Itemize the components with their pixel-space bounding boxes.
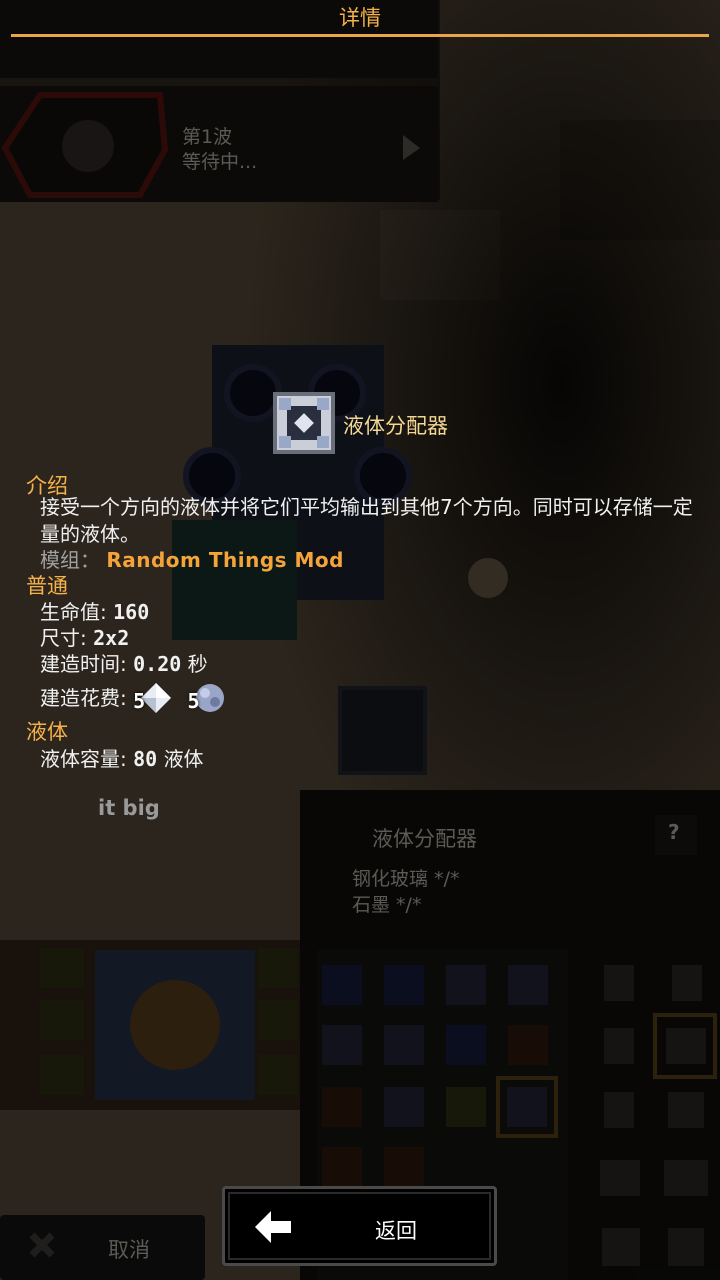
cost-metaglass-amount: 5 — [133, 688, 146, 713]
block-name: 液体分配器 — [343, 414, 448, 438]
wave-status: 等待中... — [182, 151, 258, 173]
block-description: 接受一个方向的液体并将它们平均输出到其他7个方向。同时可以存储一定量的液体。 — [40, 495, 693, 546]
mod-row: 模组： Random Things Mod — [40, 544, 344, 573]
arrow-left-icon — [255, 1211, 291, 1243]
liquid-router-icon — [273, 392, 335, 454]
stat-build-time: 建造时间: 0.20 秒 — [40, 648, 208, 677]
stat-liquid-capacity: 液体容量: 80 液体 — [40, 743, 204, 772]
back-button[interactable]: 返回 — [222, 1186, 497, 1266]
placement-block-name: 液体分配器 — [372, 827, 477, 851]
health-value: 160 — [113, 600, 150, 624]
liquid-capacity-value: 80 — [133, 747, 158, 771]
stat-build-cost: 建造花费: 5 5 — [40, 682, 235, 717]
build-time-label: 建造时间: — [40, 652, 127, 676]
requirement-graphite: 石墨 */* — [352, 894, 422, 916]
title-divider — [11, 34, 709, 37]
help-button: ? — [668, 820, 680, 844]
build-time-value: 0.20 — [133, 652, 182, 676]
mod-label: 模组： — [40, 548, 100, 572]
section-liquid: 液体 — [26, 720, 68, 744]
size-label: 尺寸: — [40, 626, 87, 650]
mod-name: Random Things Mod — [106, 548, 344, 572]
cost-graphite: 5 — [187, 683, 235, 717]
wave-title: 第1波 — [182, 126, 233, 148]
cost-graphite-amount: 5 — [187, 688, 200, 713]
hint-text: it big — [98, 796, 160, 820]
dialog-title: 详情 — [339, 6, 381, 30]
back-button-label: 返回 — [375, 1219, 417, 1243]
build-cost-label: 建造花费: — [40, 686, 127, 710]
liquid-capacity-unit: 液体 — [163, 747, 204, 771]
liquid-capacity-label: 液体容量: — [40, 747, 127, 771]
build-time-unit: 秒 — [187, 652, 208, 676]
cancel-label: 取消 — [108, 1238, 150, 1262]
cost-metaglass: 5 — [133, 682, 181, 717]
stat-size: 尺寸: 2x2 — [40, 622, 129, 651]
requirement-metaglass: 钢化玻璃 */* — [352, 868, 460, 890]
size-value: 2x2 — [93, 626, 130, 650]
stat-health: 生命值: 160 — [40, 596, 149, 625]
health-label: 生命值: — [40, 600, 107, 624]
